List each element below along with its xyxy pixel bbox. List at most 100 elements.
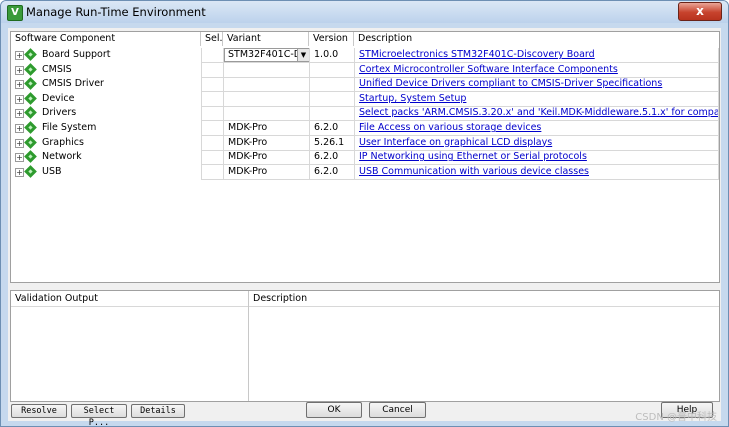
chevron-down-icon[interactable]: ▼ [297,49,309,61]
validation-panel: Validation Output Description [10,290,720,402]
description-link[interactable]: Select packs 'ARM.CMSIS.3.20.x' and 'Kei… [359,107,718,118]
version-cell: 6.2.0 [309,121,354,135]
variant-cell: MDK-Pro [223,150,309,165]
expand-icon[interactable]: + [15,124,24,133]
version-cell [309,77,354,92]
resolve-button[interactable]: Resolve [11,404,67,418]
validation-output-header: Validation Output [11,292,248,306]
dialog-client-area: Software Component Sel. Variant Version … [8,28,721,426]
sel-cell [201,77,223,92]
variant-cell [223,91,309,106]
expand-icon[interactable]: + [15,94,24,104]
description-cell: STMicroelectronics STM32F401C-Discovery … [354,48,719,62]
variant-cell: MDK-Pro [223,121,309,135]
variant-cell: MDK-Pro [223,135,309,150]
component-name-cell: + Graphics [11,135,201,150]
column-header-component[interactable]: Software Component [11,32,201,46]
component-row-cmsis[interactable]: + CMSIS Cortex Microcontroller Software … [11,62,719,78]
description-cell: IP Networking using Ethernet or Serial p… [354,150,719,165]
variant-cell [223,106,309,121]
component-label: Drivers [42,107,77,119]
variant-select[interactable]: STM32F401C-Disco ▼ [224,48,309,62]
column-header-variant[interactable]: Variant [223,32,309,46]
component-tree-table: Software Component Sel. Variant Version … [10,31,720,283]
version-cell [309,62,354,77]
description-cell: USB Communication with various device cl… [354,164,719,179]
window-title: Manage Run-Time Environment [26,5,206,19]
expand-icon[interactable]: + [15,138,24,148]
description-link[interactable]: USB Communication with various device cl… [359,166,589,177]
sel-cell [201,121,223,135]
description-link[interactable]: STMicroelectronics STM32F401C-Discovery … [359,49,595,60]
component-icon [24,77,37,91]
component-row-drivers[interactable]: + Drivers Select packs 'ARM.CMSIS.3.20.x… [11,106,719,122]
component-label: Network [42,151,82,163]
version-cell: 5.26.1 [309,135,354,150]
component-row-file-system[interactable]: + File System MDK-Pro 6.2.0 File Access … [11,121,719,136]
ok-button[interactable]: OK [306,402,362,418]
expand-icon[interactable]: + [15,51,24,60]
row-gridline [201,178,719,180]
expand-icon[interactable]: + [15,153,24,163]
component-label: Graphics [42,136,84,148]
description-link[interactable]: User Interface on graphical LCD displays [359,137,552,148]
component-label: CMSIS Driver [42,78,104,90]
sel-cell [201,164,223,179]
version-cell [309,106,354,121]
expand-icon[interactable]: + [15,65,24,75]
close-button[interactable]: x [678,2,722,21]
title-bar: V Manage Run-Time Environment x [1,1,728,23]
component-label: Board Support [42,49,111,60]
component-name-cell: + Drivers [11,106,201,120]
description-cell: Startup, System Setup [354,91,719,106]
validation-description-header: Description [249,292,549,306]
component-label: Device [42,92,75,104]
description-cell: Select packs 'ARM.CMSIS.3.20.x' and 'Kei… [354,106,719,121]
sel-cell [201,62,223,77]
component-name-cell: + Device [11,91,201,106]
app-icon: V [7,5,23,21]
description-link[interactable]: IP Networking using Ethernet or Serial p… [359,151,587,162]
watermark-text: CSDN @普中科技 [635,412,717,423]
description-link[interactable]: Cortex Microcontroller Software Interfac… [359,64,618,75]
column-header-sel[interactable]: Sel. [201,32,223,46]
component-label: USB [42,165,62,177]
component-row-graphics[interactable]: + Graphics MDK-Pro 5.26.1 User Interface… [11,135,719,151]
version-cell: 1.0.0 [309,48,354,62]
component-icon [24,106,37,120]
component-icon [24,150,37,164]
component-row-device[interactable]: + Device Startup, System Setup [11,91,719,107]
component-icon [24,164,37,178]
description-cell: Cortex Microcontroller Software Interfac… [354,62,719,77]
column-header-version[interactable]: Version [309,32,354,46]
details-button[interactable]: Details [131,404,185,418]
expand-icon[interactable]: + [15,109,24,119]
component-row-cmsis-driver[interactable]: + CMSIS Driver Unified Device Drivers co… [11,77,719,93]
component-name-cell: + CMSIS [11,62,201,77]
component-name-cell: + Network [11,150,201,164]
component-label: File System [42,122,97,133]
component-icon [24,91,37,105]
select-packs-button[interactable]: Select P... [71,404,127,426]
sel-cell [201,48,223,62]
validation-divider[interactable] [248,291,249,401]
component-row-usb[interactable]: + USB MDK-Pro 6.2.0 USB Communication wi… [11,164,719,180]
description-cell: File Access on various storage devices [354,121,719,135]
sel-cell [201,106,223,121]
component-row-network[interactable]: + Network MDK-Pro 6.2.0 IP Networking us… [11,150,719,166]
description-cell: Unified Device Drivers compliant to CMSI… [354,77,719,92]
sel-cell [201,135,223,150]
variant-cell: MDK-Pro [223,164,309,179]
description-link[interactable]: Unified Device Drivers compliant to CMSI… [359,78,662,89]
component-icon [24,48,37,61]
manage-rte-window: V Manage Run-Time Environment x Software… [0,0,729,427]
column-header-description[interactable]: Description [354,32,719,46]
description-link[interactable]: Startup, System Setup [359,93,466,104]
cancel-button[interactable]: Cancel [369,402,426,418]
component-label: CMSIS [42,63,72,75]
version-cell: 6.2.0 [309,164,354,179]
expand-icon[interactable]: + [15,167,24,177]
component-row-board-support[interactable]: + Board Support STM32F401C-Disco ▼ 1.0.0… [11,48,719,63]
description-link[interactable]: File Access on various storage devices [359,122,541,133]
expand-icon[interactable]: + [15,80,24,90]
